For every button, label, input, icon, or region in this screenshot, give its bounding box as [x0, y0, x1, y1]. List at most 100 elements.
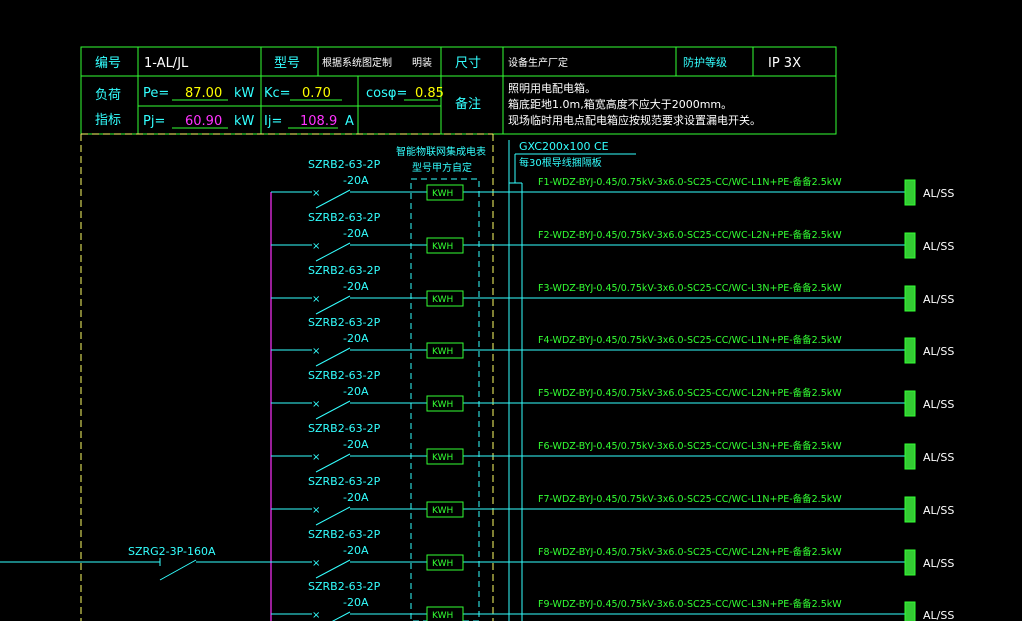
breaker-blade-6 — [315, 453, 351, 473]
breaker-model-6: SZRB2-63-2P — [308, 422, 381, 435]
destination-label-4: AL/SS — [923, 345, 954, 358]
note-line-3: 现场临时用电点配电箱应按规范要求设置漏电开关。 — [508, 113, 761, 127]
cos-label: cosφ= — [366, 86, 407, 101]
pe-label: Pe= — [143, 86, 169, 101]
breaker-blade-1 — [315, 189, 351, 209]
breaker-model-1: SZRB2-63-2P — [308, 158, 381, 171]
feeder-label-6: F6-WDZ-BYJ-0.45/0.75kV-3x6.0-SC25-CC/WC-… — [538, 440, 842, 452]
kc-label: Kc= — [264, 86, 291, 101]
terminal-block-1 — [904, 179, 916, 206]
kwh-label-9: KWH — [432, 611, 453, 621]
kwh-label-5: KWH — [432, 400, 453, 410]
breaker-blade-3 — [315, 295, 351, 315]
id-label: 编号 — [95, 56, 121, 71]
protect-value: IP 3X — [768, 56, 801, 71]
breaker-model-3: SZRB2-63-2P — [308, 264, 381, 277]
terminal-block-7 — [904, 496, 916, 523]
kwh-label-1: KWH — [432, 189, 453, 199]
destination-label-5: AL/SS — [923, 398, 954, 411]
breaker-rating-9: -20A — [343, 596, 369, 609]
breaker-model-5: SZRB2-63-2P — [308, 369, 381, 382]
pj-label: Pj= — [143, 114, 165, 129]
breaker-contact-1: × — [312, 188, 320, 199]
model-suffix: 明装 — [412, 56, 432, 69]
breaker-rating-4: -20A — [343, 332, 369, 345]
breaker-model-2: SZRB2-63-2P — [308, 211, 381, 224]
size-value: 设备生产厂定 — [508, 56, 568, 69]
model-value: 根据系统图定制 — [322, 56, 392, 69]
destination-label-8: AL/SS — [923, 557, 954, 570]
breaker-blade-2 — [315, 242, 351, 262]
feeder-label-4: F4-WDZ-BYJ-0.45/0.75kV-3x6.0-SC25-CC/WC-… — [538, 334, 842, 346]
destination-label-9: AL/SS — [923, 609, 954, 621]
feeder-label-7: F7-WDZ-BYJ-0.45/0.75kV-3x6.0-SC25-CC/WC-… — [538, 493, 842, 505]
breaker-model-8: SZRB2-63-2P — [308, 528, 381, 541]
breaker-model-9: SZRB2-63-2P — [308, 580, 381, 593]
pj-unit: kW — [234, 114, 255, 129]
feeder-label-1: F1-WDZ-BYJ-0.45/0.75kV-3x6.0-SC25-CC/WC-… — [538, 176, 842, 188]
feeder-label-5: F5-WDZ-BYJ-0.45/0.75kV-3x6.0-SC25-CC/WC-… — [538, 387, 842, 399]
destination-label-7: AL/SS — [923, 504, 954, 517]
breaker-contact-8: × — [312, 558, 320, 569]
meter-title-2: 型号甲方自定 — [412, 161, 472, 174]
kwh-label-3: KWH — [432, 295, 453, 305]
breaker-contact-9: × — [312, 610, 320, 621]
meter-title-1: 智能物联网集成电表 — [396, 145, 486, 158]
breaker-rating-7: -20A — [343, 491, 369, 504]
breaker-rating-5: -20A — [343, 385, 369, 398]
kwh-label-7: KWH — [432, 506, 453, 516]
breaker-rating-3: -20A — [343, 280, 369, 293]
model-label: 型号 — [274, 56, 300, 71]
load-label-1: 负荷 — [95, 88, 121, 103]
note-label: 备注 — [455, 96, 481, 112]
trunk-title-1: GXC200x100 CE — [519, 140, 609, 153]
pe-value: 87.00 — [185, 86, 222, 101]
breaker-contact-7: × — [312, 505, 320, 516]
kwh-label-8: KWH — [432, 559, 453, 569]
size-label: 尺寸 — [455, 56, 481, 71]
breaker-blade-4 — [315, 347, 351, 367]
breaker-blade-8 — [315, 559, 351, 579]
breaker-rating-2: -20A — [343, 227, 369, 240]
destination-label-1: AL/SS — [923, 187, 954, 200]
trunk-title-2: 每30根导线捆隔板 — [519, 156, 602, 169]
destination-label-3: AL/SS — [923, 293, 954, 306]
feeder-label-9: F9-WDZ-BYJ-0.45/0.75kV-3x6.0-SC25-CC/WC-… — [538, 598, 842, 610]
terminal-block-3 — [904, 285, 916, 312]
destination-label-2: AL/SS — [923, 240, 954, 253]
breaker-rating-8: -20A — [343, 544, 369, 557]
breaker-blade-5 — [315, 400, 351, 420]
schematic-canvas: 编号 1-AL/JL 型号 根据系统图定制 明装 尺寸 设备生产厂定 防护等级 … — [0, 46, 954, 621]
kwh-label-2: KWH — [432, 242, 453, 252]
ij-unit: A — [345, 114, 354, 129]
breaker-contact-4: × — [312, 346, 320, 357]
kwh-label-6: KWH — [432, 453, 453, 463]
pe-unit: kW — [234, 86, 255, 101]
note-line-2: 箱底距地1.0m,箱宽高度不应大于2000mm。 — [508, 97, 732, 111]
breaker-model-7: SZRB2-63-2P — [308, 475, 381, 488]
breaker-rating-6: -20A — [343, 438, 369, 451]
cos-value: 0.85 — [415, 86, 444, 101]
load-label-2: 指标 — [95, 113, 121, 128]
terminal-block-8 — [904, 549, 916, 576]
feeder-label-2: F2-WDZ-BYJ-0.45/0.75kV-3x6.0-SC25-CC/WC-… — [538, 229, 842, 241]
protect-label: 防护等级 — [683, 55, 727, 69]
kc-value: 0.70 — [302, 86, 331, 101]
pj-value: 60.90 — [185, 114, 222, 129]
note-line-1: 照明用电配电箱。 — [508, 81, 596, 95]
breaker-contact-6: × — [312, 452, 320, 463]
main-breaker-label: SZRG2-3P-160A — [128, 545, 216, 558]
breaker-blade-7 — [315, 506, 351, 526]
ij-value: 108.9 — [300, 114, 337, 129]
breaker-contact-2: × — [312, 241, 320, 252]
breaker-model-4: SZRB2-63-2P — [308, 316, 381, 329]
feeder-label-3: F3-WDZ-BYJ-0.45/0.75kV-3x6.0-SC25-CC/WC-… — [538, 282, 842, 294]
breaker-rating-1: -20A — [343, 174, 369, 187]
terminal-block-6 — [904, 443, 916, 470]
feeder-label-8: F8-WDZ-BYJ-0.45/0.75kV-3x6.0-SC25-CC/WC-… — [538, 546, 842, 558]
ij-label: Ij= — [264, 114, 282, 129]
id-value: 1-AL/JL — [144, 56, 189, 71]
circuit-group: SZRB2-63-2P -20A × KWH F1-WDZ-BYJ-0.45/0.75k… — [271, 158, 954, 621]
breaker-contact-5: × — [312, 399, 320, 410]
destination-label-6: AL/SS — [923, 451, 954, 464]
